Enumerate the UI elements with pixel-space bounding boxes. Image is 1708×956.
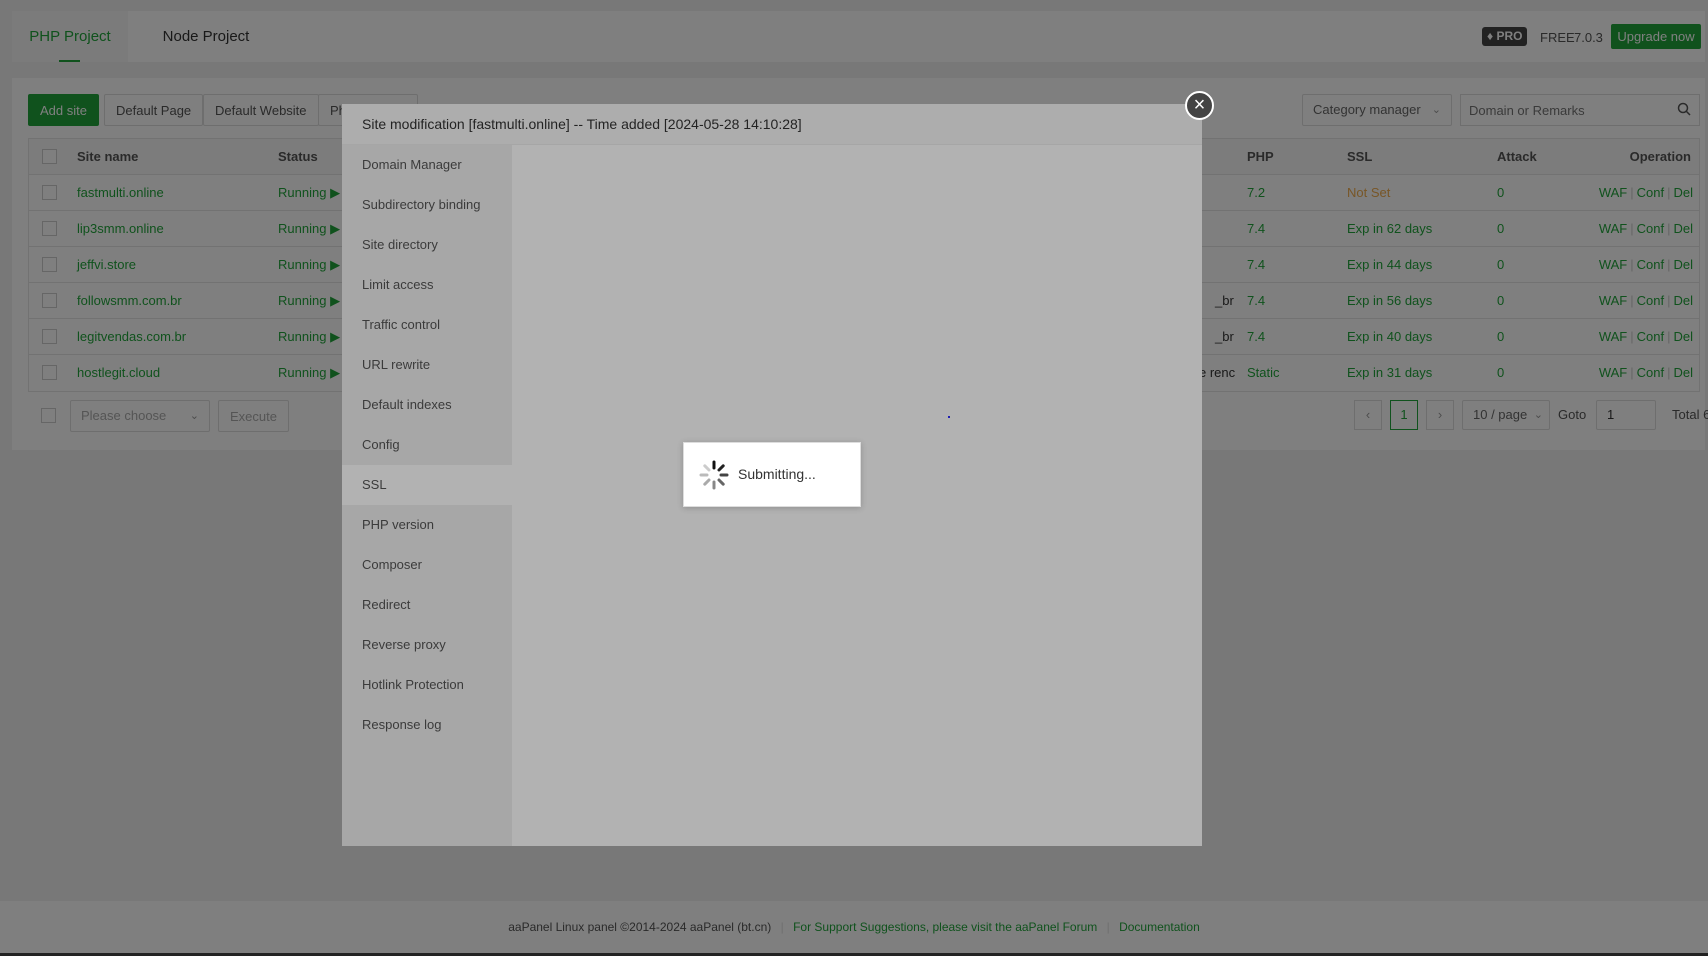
spinner-icon <box>699 460 729 490</box>
submitting-text: Submitting... <box>738 466 816 482</box>
close-icon[interactable]: × <box>1185 91 1214 120</box>
submitting-toast: Submitting... <box>683 442 861 507</box>
